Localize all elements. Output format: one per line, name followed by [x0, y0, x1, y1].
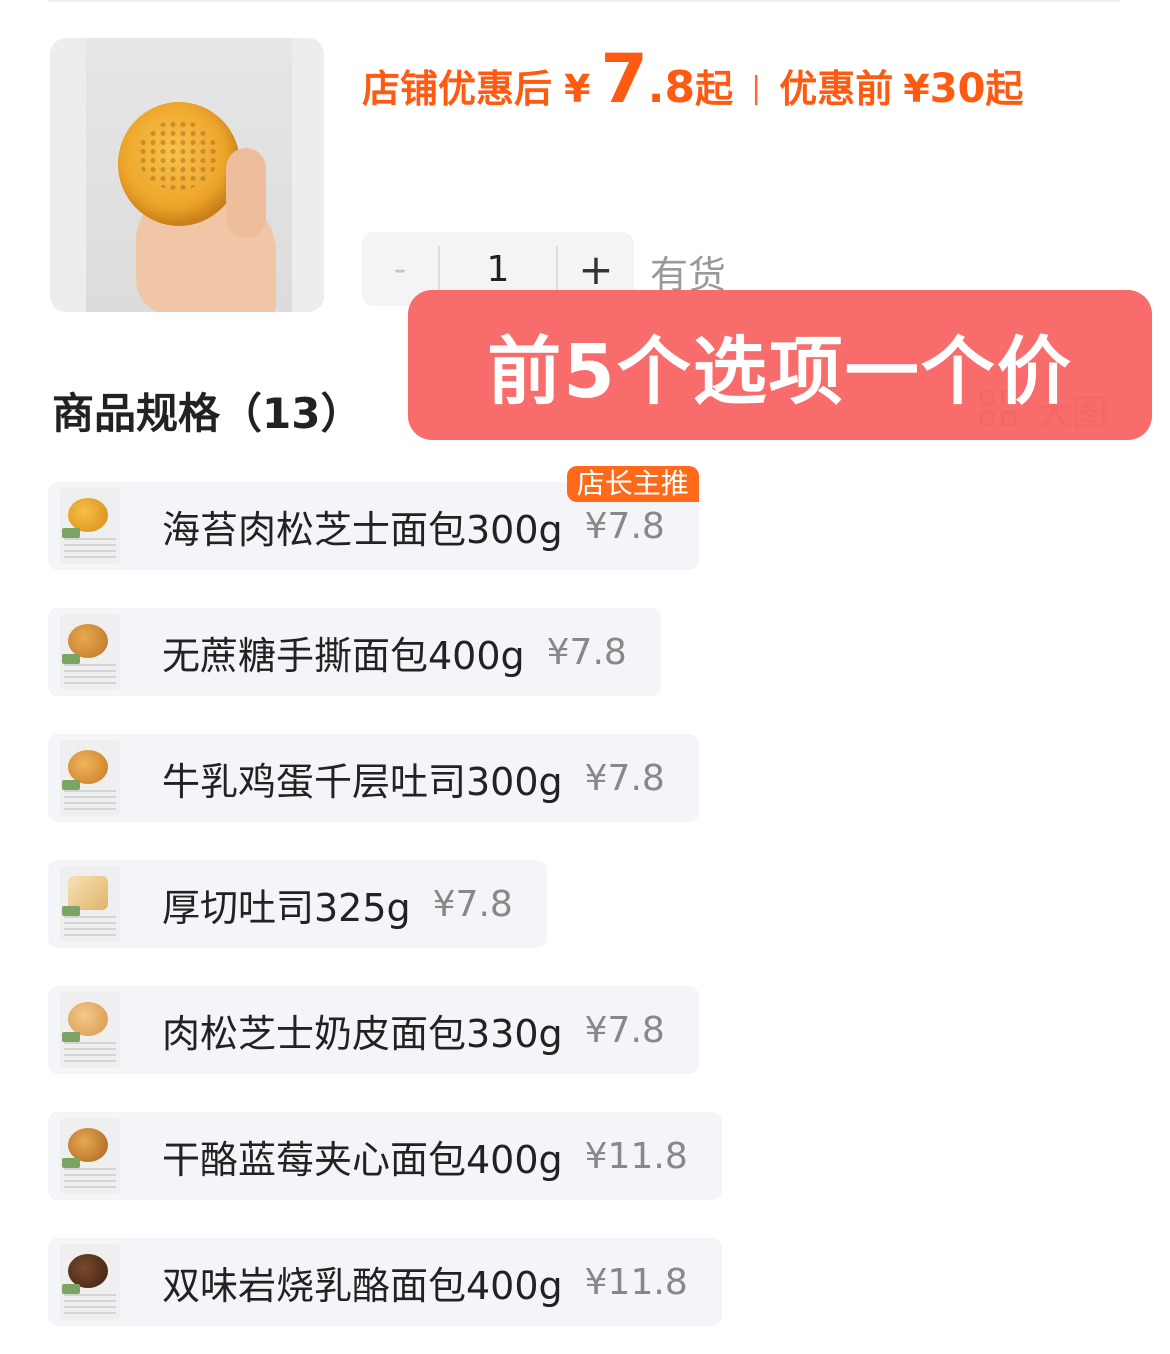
- spec-item-name: 干酪蓝莓夹心面包400g: [162, 1137, 563, 1182]
- price-separator: |: [751, 71, 762, 106]
- discount-price-int: 7: [600, 40, 648, 119]
- spec-item[interactable]: 干酪蓝莓夹心面包400g ¥11.8: [48, 1112, 722, 1200]
- recommend-badge: 店长主推: [566, 466, 699, 502]
- spec-item[interactable]: 海苔肉松芝士面包300g ¥7.8 店长主推: [48, 466, 699, 570]
- thumb-graphic: [226, 148, 266, 238]
- spec-thumbnail: [60, 866, 120, 942]
- food-image: [68, 498, 108, 532]
- top-divider: [48, 0, 1120, 2]
- spec-thumbnail: [60, 488, 120, 564]
- label-lines: [64, 1042, 116, 1062]
- spec-item-price: ¥11.8: [584, 1135, 688, 1177]
- spec-item[interactable]: 双味岩烧乳酪面包400g ¥11.8: [48, 1238, 722, 1326]
- spec-item-price: ¥11.8: [584, 1261, 688, 1303]
- package-image: [62, 780, 80, 790]
- spec-item-name: 无蔗糖手撕面包400g: [162, 633, 525, 678]
- spec-thumbnail: [60, 614, 120, 690]
- food-image: [68, 1002, 108, 1036]
- main-product-image[interactable]: [50, 38, 324, 312]
- food-image: [68, 624, 108, 658]
- package-image: [62, 1158, 80, 1168]
- spec-item-name: 牛乳鸡蛋千层吐司300g: [162, 759, 563, 804]
- spec-item-price: ¥7.8: [584, 1009, 665, 1051]
- package-image: [62, 654, 80, 664]
- spec-item-name: 厚切吐司325g: [162, 885, 411, 930]
- label-lines: [64, 790, 116, 810]
- spec-item-name: 双味岩烧乳酪面包400g: [162, 1263, 563, 1308]
- food-image: [68, 1254, 108, 1288]
- spec-item[interactable]: 牛乳鸡蛋千层吐司300g ¥7.8: [48, 734, 699, 822]
- package-image: [62, 528, 80, 538]
- spec-item[interactable]: 无蔗糖手撕面包400g ¥7.8: [48, 608, 661, 696]
- label-lines: [64, 1294, 116, 1314]
- spec-thumbnail: [60, 992, 120, 1068]
- spec-item-price: ¥7.8: [546, 631, 627, 673]
- label-lines: [64, 916, 116, 936]
- spec-item-price: ¥7.8: [584, 757, 665, 799]
- package-image: [62, 1032, 80, 1042]
- spec-item-name: 海苔肉松芝士面包300g: [162, 507, 563, 552]
- label-lines: [64, 664, 116, 684]
- original-price-suffix: 起: [985, 67, 1024, 111]
- package-image: [62, 906, 80, 916]
- food-image: [68, 750, 108, 784]
- discount-price-dec: .8: [647, 62, 696, 113]
- price-line: 店铺优惠后 ¥ 7 .8 起 | 优惠前 ¥ 30 起: [362, 40, 1023, 120]
- label-lines: [64, 538, 116, 558]
- package-image: [62, 1284, 80, 1294]
- discount-price-label: 店铺优惠后: [362, 67, 553, 111]
- spec-item-price: ¥7.8: [584, 505, 665, 547]
- bun-graphic: [118, 102, 240, 226]
- food-image: [68, 876, 108, 910]
- spec-item[interactable]: 厚切吐司325g ¥7.8: [48, 860, 547, 948]
- spec-thumbnail: [60, 740, 120, 816]
- spec-thumbnail: [60, 1118, 120, 1194]
- spec-title: 商品规格（13）: [52, 389, 363, 438]
- promo-banner: 前5个选项一个价: [408, 290, 1152, 440]
- original-price: 30: [929, 66, 986, 112]
- spec-item[interactable]: 肉松芝士奶皮面包330g ¥7.8: [48, 986, 699, 1074]
- spec-item-name: 肉松芝士奶皮面包330g: [162, 1011, 563, 1056]
- food-image: [68, 1128, 108, 1162]
- label-lines: [64, 1168, 116, 1188]
- discount-currency: ¥: [564, 67, 591, 111]
- spec-thumbnail: [60, 1244, 120, 1320]
- spec-item-price: ¥7.8: [432, 883, 513, 925]
- discount-price-suffix: 起: [695, 67, 734, 111]
- original-price-label: 优惠前: [779, 67, 894, 111]
- original-currency: ¥: [903, 67, 930, 111]
